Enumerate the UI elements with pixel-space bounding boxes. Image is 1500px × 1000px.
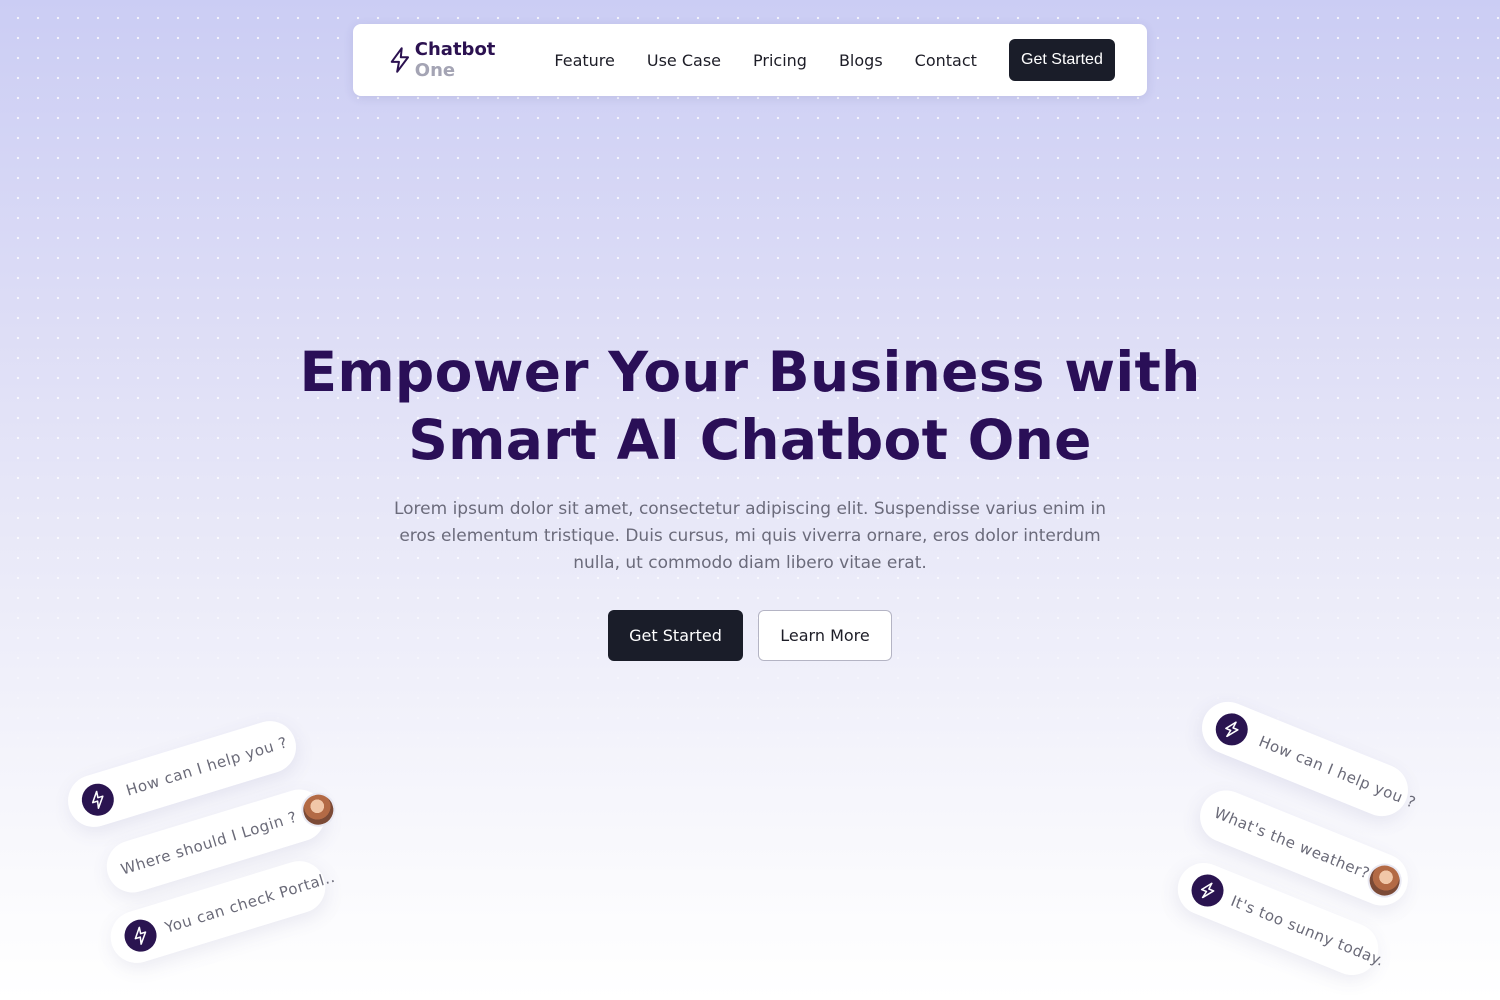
nav-link-blogs[interactable]: Blogs [839, 51, 883, 70]
lightning-bolt-icon [134, 926, 147, 946]
hero-title-line-2: Smart AI Chatbot One [408, 408, 1092, 472]
lightning-bolt-icon [1200, 882, 1215, 899]
bot-avatar [77, 779, 118, 820]
bot-avatar [120, 915, 161, 956]
nav-link-use-case[interactable]: Use Case [647, 51, 721, 70]
nav-get-started-button[interactable]: Get Started [1008, 39, 1115, 81]
nav-link-feature[interactable]: Feature [554, 51, 614, 70]
lightning-bolt-icon [91, 790, 104, 810]
lightning-bolt-icon [1225, 721, 1239, 738]
nav-link-contact[interactable]: Contact [915, 51, 977, 70]
brand-logo[interactable]: Chatbot One [389, 39, 521, 81]
navbar: Chatbot One Feature Use Case Pricing Blo… [353, 24, 1147, 96]
hero-title: Empower Your Business with Smart AI Chat… [0, 338, 1500, 474]
lightning-bolt-icon [390, 47, 410, 73]
nav-links: Feature Use Case Pricing Blogs Contact [554, 51, 1009, 70]
hero-title-line-1: Empower Your Business with [299, 340, 1201, 404]
hero-subtitle: Lorem ipsum dolor sit amet, consectetur … [393, 499, 1107, 573]
hero-get-started-button[interactable]: Get Started [608, 610, 743, 661]
bot-avatar [1186, 869, 1229, 912]
hero-learn-more-button[interactable]: Learn More [758, 610, 892, 661]
brand-name: Chatbot One [414, 39, 496, 81]
bot-avatar [1210, 708, 1253, 751]
nav-link-pricing[interactable]: Pricing [753, 51, 807, 70]
